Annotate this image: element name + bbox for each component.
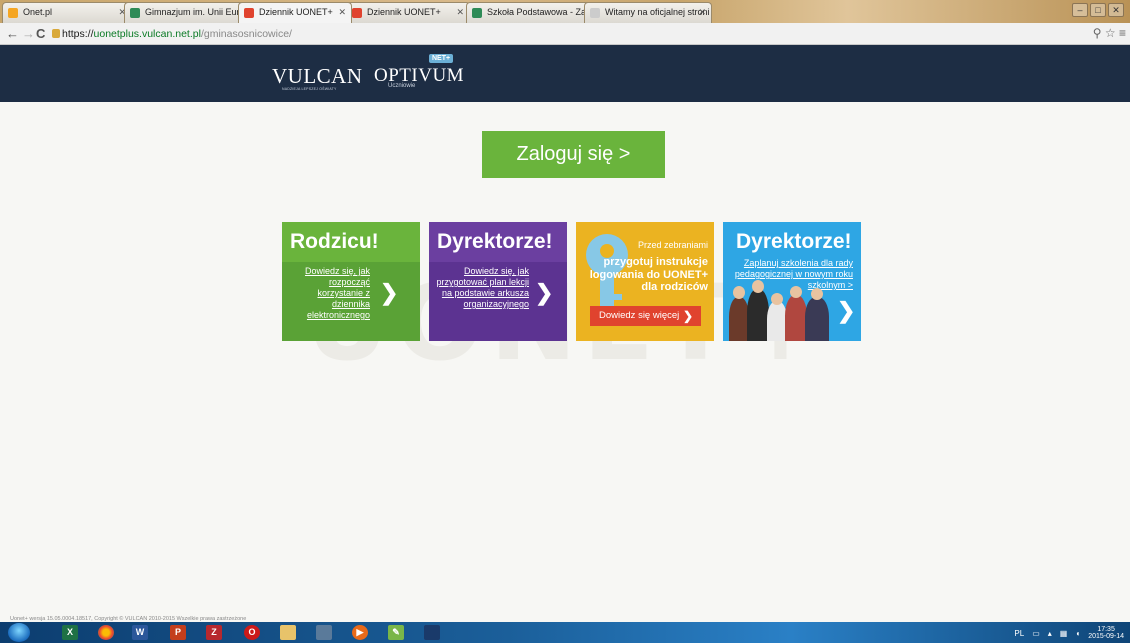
tile-link[interactable]: Dowiedz się, jak rozpocząć korzystanie z… [304, 266, 370, 321]
menu-icon[interactable]: ≡ [1119, 26, 1126, 40]
maximize-icon[interactable]: □ [1090, 3, 1106, 17]
person [747, 289, 769, 341]
school-favicon-icon [472, 8, 482, 18]
paint-icon[interactable]: ✎ [388, 625, 404, 640]
vulcan-logo[interactable]: VULCAN [272, 64, 363, 89]
tab-strip: Onet.pl ✕ Gimnazjum im. Unii Europ ✕ Dzi… [0, 0, 1130, 23]
person-head [790, 286, 802, 298]
net-plus-badge: NET+ [429, 54, 454, 63]
language-indicator[interactable]: PL [1014, 629, 1024, 638]
tab-gimnazjum[interactable]: Gimnazjum im. Unii Europ ✕ [124, 2, 254, 23]
word-icon[interactable]: W [132, 625, 148, 640]
close-tab-icon[interactable]: ✕ [338, 7, 346, 18]
tab-label: Onet.pl [23, 7, 53, 17]
browser-toolbar: ← → C https://uonetplus.vulcan.net.pl/gm… [0, 23, 1130, 45]
tab-label: Dziennik UONET+ [259, 7, 333, 17]
teachers-photo [727, 280, 833, 341]
tile-dyrektorze-plan[interactable]: Dyrektorze! Dowiedz się, jak przygotować… [429, 222, 567, 341]
school-favicon-icon [130, 8, 140, 18]
media-player-icon[interactable]: ▶ [352, 625, 368, 640]
uonet-favicon-icon [244, 8, 254, 18]
tile-body: Dowiedz się, jak przygotować plan lekcji… [429, 262, 567, 341]
uonet-favicon-icon [352, 8, 362, 18]
person [785, 295, 807, 341]
excel-icon[interactable]: X [62, 625, 78, 640]
chrome-icon[interactable] [98, 625, 114, 640]
learn-more-button[interactable]: Dowiedz się więcej ❯ [590, 306, 701, 326]
page-header: VULCAN NADZIEJA LEPSZEJ OŚWIATY NET+ OPT… [0, 45, 1130, 102]
opera-icon[interactable]: O [244, 625, 260, 640]
close-window-icon[interactable]: ✕ [1108, 3, 1124, 17]
lock-icon [52, 29, 60, 38]
tile-link[interactable]: Dowiedz się, jak przygotować plan lekcji… [433, 266, 529, 310]
close-tab-icon[interactable]: ✕ [698, 7, 706, 18]
tab-szkola[interactable]: Szkoła Podstawowa - Zap ✕ [466, 2, 596, 23]
toolbar-right-icons: ⚲ ☆ ≡ [1093, 26, 1126, 40]
person [805, 297, 829, 341]
person-head [752, 280, 764, 293]
clock-date: 2015-09-14 [1088, 633, 1124, 640]
browser-window: Onet.pl ✕ Gimnazjum im. Unii Europ ✕ Dzi… [0, 0, 1130, 643]
person [729, 297, 749, 341]
clock-time: 17:35 [1097, 626, 1115, 633]
start-button-icon[interactable] [8, 623, 30, 642]
tile-headline: przygotuj instrukcje logowania do UONET+… [589, 256, 708, 293]
tile-title: Dyrektorze! [437, 230, 553, 253]
window-controls: – □ ✕ [1072, 3, 1124, 17]
tab-label: Szkoła Podstawowa - Zap [487, 7, 592, 17]
filezilla-icon[interactable]: Z [206, 625, 222, 640]
address-bar[interactable]: https://uonetplus.vulcan.net.pl/gminasos… [62, 26, 292, 42]
back-arrow-icon[interactable]: ← [6, 26, 19, 41]
chevron-right-icon: ❯ [682, 309, 693, 323]
network-icon[interactable]: ▦ [1060, 629, 1068, 638]
login-button[interactable]: Zaloguj się > [482, 131, 665, 178]
tile-dyrektorze-szkolenia[interactable]: Dyrektorze! Zaplanuj szkolenia dla rady … [723, 222, 861, 341]
person-head [771, 293, 783, 305]
chevron-right-icon[interactable]: ❯ [380, 280, 398, 306]
tile-title: Rodzicu! [290, 230, 379, 253]
folder-icon[interactable] [280, 625, 296, 640]
clock[interactable]: 17:35 2015-09-14 [1088, 626, 1124, 640]
person [767, 301, 787, 341]
chevron-right-icon[interactable]: ❯ [535, 280, 553, 306]
tile-rodzicu[interactable]: Rodzicu! Dowiedz się, jak rozpocząć korz… [282, 222, 420, 341]
page-favicon-icon [590, 8, 600, 18]
onet-favicon-icon [8, 8, 18, 18]
learn-more-label: Dowiedz się więcej [599, 310, 680, 321]
url-path: /gminasosnicowice/ [200, 28, 292, 40]
tab-dziennik-active[interactable]: Dziennik UONET+ ✕ [238, 2, 352, 23]
vulcan-tagline: NADZIEJA LEPSZEJ OŚWIATY [282, 87, 337, 91]
person-head [811, 288, 823, 300]
bookmark-star-icon[interactable]: ☆ [1105, 26, 1116, 40]
zoom-icon[interactable]: ⚲ [1093, 26, 1102, 40]
tab-label: Witamy na oficjalnej stroni [605, 7, 710, 17]
tab-label: Dziennik UONET+ [367, 7, 441, 17]
tile-subtitle: Przed zebraniami [637, 240, 708, 250]
optivum-subtitle: Uczniowie [388, 83, 416, 89]
person-head [733, 286, 745, 299]
tab-witamy[interactable]: Witamy na oficjalnej stroni ✕ [584, 2, 712, 23]
forward-arrow-icon[interactable]: → [22, 26, 35, 41]
windows-taskbar: X W P Z O ▶ ✎ PL ▭ ▴ ▦ ◖ 17:35 2015-09-1… [0, 622, 1130, 643]
printer-icon[interactable]: ▭ [1032, 629, 1040, 638]
key-tooth [614, 294, 622, 300]
tile-instrukcje-logowania[interactable]: Przed zebraniami przygotuj instrukcje lo… [576, 222, 714, 341]
network-app-icon[interactable] [316, 625, 332, 640]
tile-body: Dowiedz się, jak rozpocząć korzystanie z… [282, 262, 420, 341]
tab-onet[interactable]: Onet.pl ✕ [2, 2, 132, 23]
reload-icon[interactable]: C [36, 26, 45, 41]
powerpoint-icon[interactable]: P [170, 625, 186, 640]
app-icon[interactable] [424, 625, 440, 640]
url-host: uonetplus.vulcan.net.pl [93, 28, 201, 40]
url-scheme: https:// [62, 28, 94, 40]
close-tab-icon[interactable]: ✕ [456, 7, 464, 18]
system-tray: PL ▭ ▴ ▦ ◖ 17:35 2015-09-14 [1014, 626, 1124, 640]
tile-title: Dyrektorze! [736, 230, 852, 253]
chevron-right-icon[interactable]: ❯ [837, 298, 855, 324]
tab-dziennik-2[interactable]: Dziennik UONET+ ✕ [346, 2, 470, 23]
tray-expand-icon[interactable]: ▴ [1048, 629, 1052, 638]
tab-label: Gimnazjum im. Unii Europ [145, 7, 250, 17]
minimize-icon[interactable]: – [1072, 3, 1088, 17]
volume-icon[interactable]: ◖ [1075, 629, 1080, 638]
